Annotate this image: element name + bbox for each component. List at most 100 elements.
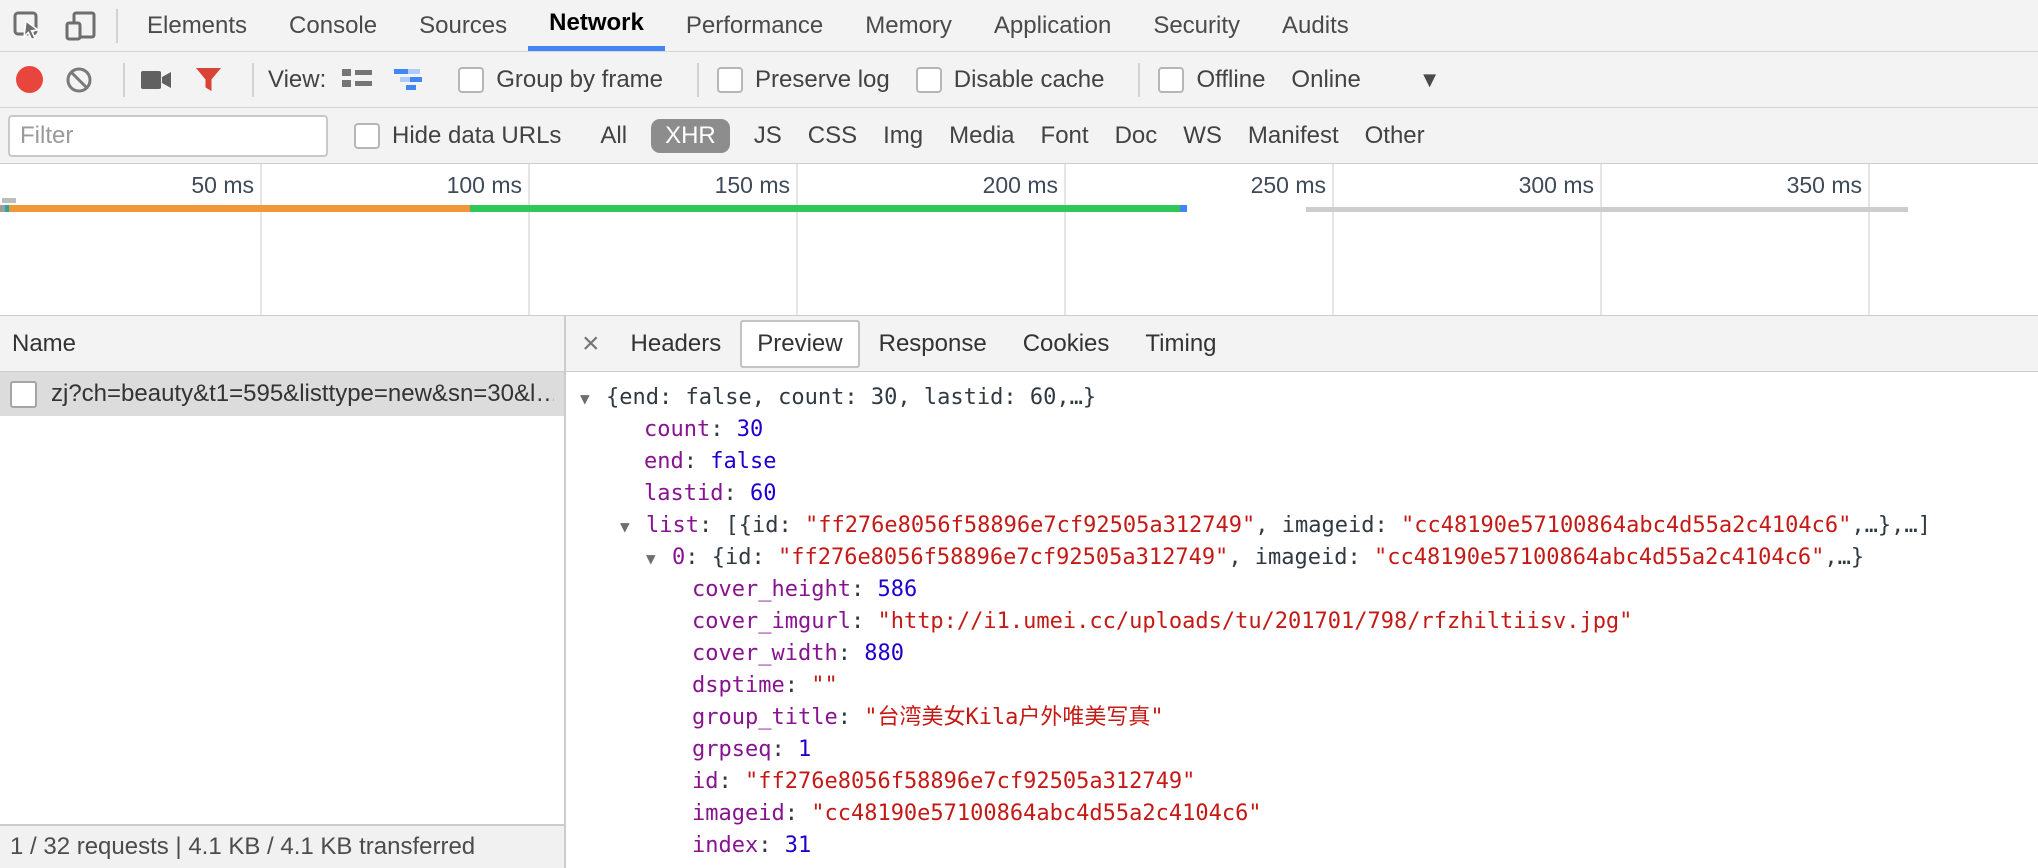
main-tab-label: Memory xyxy=(865,12,952,40)
offline-checkbox[interactable] xyxy=(1158,67,1184,93)
json-number: 31 xyxy=(785,833,812,858)
detail-tab[interactable]: Preview xyxy=(740,320,859,368)
resource-type-filter[interactable]: All xyxy=(598,119,629,153)
request-row[interactable]: zj?ch=beauty&t1=595&listtype=new&sn=30&l… xyxy=(0,372,564,416)
json-tree: ▼{end: false, count: 30, lastid: 60,…}co… xyxy=(566,372,2038,868)
main-tab[interactable]: Network xyxy=(528,0,665,51)
json-text: : xyxy=(851,609,878,634)
detail-tab[interactable]: Headers xyxy=(614,320,739,368)
tree-line: cover_imgurl: "http://i1.umei.cc/uploads… xyxy=(580,606,2038,638)
group-by-frame-option: Group by frame xyxy=(458,66,663,94)
show-overview-waterfall-icon[interactable] xyxy=(394,67,426,93)
json-text: : xyxy=(710,417,737,442)
main-tab[interactable]: Elements xyxy=(126,0,268,51)
json-text: : xyxy=(838,641,865,666)
throttling-select[interactable]: Online xyxy=(1291,66,1360,94)
json-text: : xyxy=(719,769,746,794)
requests-panel: Name zj?ch=beauty&t1=595&listtype=new&sn… xyxy=(0,316,566,868)
json-text: {end: false, count: 30, lastid: 60,…} xyxy=(606,385,1096,410)
main-tabs: Elements Console Sources Network Perform… xyxy=(126,0,1370,51)
main-tab[interactable]: Security xyxy=(1132,0,1261,51)
devtools-left-icons xyxy=(0,0,108,51)
request-name: zj?ch=beauty&t1=595&listtype=new&sn=30&l… xyxy=(51,380,554,408)
main-tab[interactable]: Audits xyxy=(1261,0,1370,51)
filter-input[interactable] xyxy=(8,115,328,157)
capture-screenshots-icon[interactable] xyxy=(141,68,173,92)
disclosure-triangle-icon[interactable]: ▼ xyxy=(646,543,672,575)
preserve-log-checkbox[interactable] xyxy=(717,67,743,93)
main-tab[interactable]: Sources xyxy=(398,0,528,51)
main-tab-label: Audits xyxy=(1282,12,1349,40)
json-key: cover_height xyxy=(692,577,851,602)
main-tab[interactable]: Memory xyxy=(844,0,973,51)
main-tab-label: Security xyxy=(1153,12,1240,40)
tree-line: cover_height: 586 xyxy=(580,574,2038,606)
json-key: imageid xyxy=(692,801,785,826)
resource-type-filter[interactable]: Img xyxy=(881,119,925,153)
requests-empty-area xyxy=(0,416,564,824)
main-tab[interactable]: Application xyxy=(973,0,1132,51)
resource-type-filter[interactable]: JS xyxy=(752,119,784,153)
request-checkbox[interactable] xyxy=(10,381,37,408)
resource-type-filter[interactable]: Manifest xyxy=(1246,119,1341,153)
json-number: false xyxy=(710,449,776,474)
json-string: "ff276e8056f58896e7cf92505a312749" xyxy=(745,769,1195,794)
json-key: count xyxy=(644,417,710,442)
json-key: 0 xyxy=(672,545,685,570)
json-key: index xyxy=(692,833,758,858)
resource-type-filter[interactable]: XHR xyxy=(651,119,730,153)
toggle-device-toolbar-icon[interactable] xyxy=(64,10,98,42)
hide-data-urls-checkbox[interactable] xyxy=(354,123,380,149)
resource-type-filter[interactable]: Font xyxy=(1039,119,1091,153)
json-text: : xyxy=(758,833,785,858)
filter-funnel-icon[interactable] xyxy=(195,67,222,93)
json-number: 1 xyxy=(798,737,811,762)
divider xyxy=(116,9,118,43)
network-main-split: Name zj?ch=beauty&t1=595&listtype=new&sn… xyxy=(0,316,2038,868)
requests-status-bar: 1 / 32 requests | 4.1 KB / 4.1 KB transf… xyxy=(0,824,564,868)
detail-tab[interactable]: Response xyxy=(862,320,1004,368)
preserve-log-label: Preserve log xyxy=(755,66,890,94)
name-column-header[interactable]: Name xyxy=(12,330,76,358)
inspect-element-icon[interactable] xyxy=(12,10,44,42)
overview-waterfall-bar xyxy=(470,205,1180,212)
hide-data-urls-option: Hide data URLs xyxy=(354,122,561,150)
json-text: : xyxy=(723,481,750,506)
main-tab[interactable]: Console xyxy=(268,0,398,51)
detail-tab[interactable]: Cookies xyxy=(1006,320,1127,368)
resource-type-filter[interactable]: CSS xyxy=(806,119,859,153)
main-tab-label: Performance xyxy=(686,12,823,40)
json-key: cover_width xyxy=(692,641,838,666)
devtools-network-panel: { "devtools": { "colors": { "accent_blue… xyxy=(0,0,2038,868)
disclosure-triangle-icon[interactable]: ▼ xyxy=(580,383,606,415)
throttling-dropdown-arrow-icon[interactable]: ▼ xyxy=(1419,67,1441,93)
use-large-request-rows-icon[interactable] xyxy=(342,67,372,93)
resource-type-filter[interactable]: WS xyxy=(1181,119,1224,153)
detail-tab[interactable]: Timing xyxy=(1128,320,1233,368)
tree-line: count: 30 xyxy=(580,414,2038,446)
tree-line: lastid: 60 xyxy=(580,478,2038,510)
requests-header: Name xyxy=(0,316,564,372)
tree-line: group_title: "台湾美女Kila户外唯美写真" xyxy=(580,702,2038,734)
overview-waterfall-bar xyxy=(2,198,16,203)
json-text: ,…},…] xyxy=(1851,513,1930,538)
close-detail-icon[interactable]: × xyxy=(582,329,600,359)
json-string: "" xyxy=(811,673,838,698)
resource-type-filter[interactable]: Doc xyxy=(1113,119,1160,153)
resource-type-filter[interactable]: Other xyxy=(1363,119,1427,153)
devtools-tab-bar: Elements Console Sources Network Perform… xyxy=(0,0,2038,52)
record-network-log-button[interactable] xyxy=(16,66,43,93)
group-by-frame-checkbox[interactable] xyxy=(458,67,484,93)
tree-line: id: "ff276e8056f58896e7cf92505a312749" xyxy=(580,766,2038,798)
main-tab[interactable]: Performance xyxy=(665,0,844,51)
hide-data-urls-label: Hide data URLs xyxy=(392,122,561,150)
disable-cache-option: Disable cache xyxy=(916,66,1105,94)
clear-network-log-icon[interactable] xyxy=(65,66,93,94)
disable-cache-checkbox[interactable] xyxy=(916,67,942,93)
json-text: : xyxy=(785,801,812,826)
offline-label: Offline xyxy=(1196,66,1265,94)
divider xyxy=(252,63,254,97)
disclosure-triangle-icon[interactable]: ▼ xyxy=(620,511,646,543)
resource-type-filter[interactable]: Media xyxy=(947,119,1016,153)
json-string: "cc48190e57100864abc4d55a2c4104c6" xyxy=(1401,513,1851,538)
